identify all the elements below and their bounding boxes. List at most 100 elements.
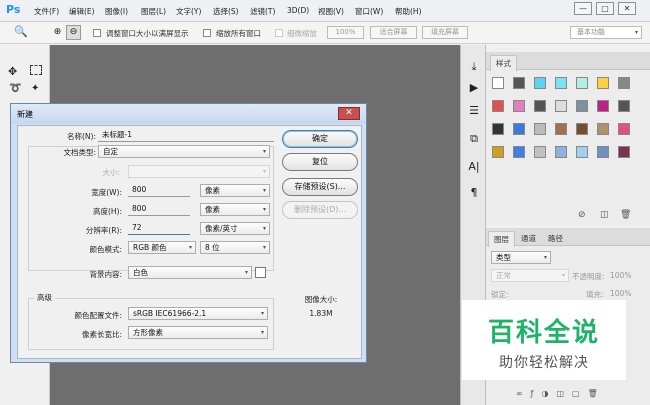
bit-depth-select[interactable]: 8 位 ▾ (200, 241, 270, 254)
reset-button[interactable]: 复位 (282, 153, 358, 171)
resolution-unit-select[interactable]: 像素/英寸 ▾ (200, 222, 270, 235)
delete-style-icon[interactable]: 🗑 (620, 210, 631, 220)
color-profile-label: 颜色配置文件: (74, 311, 122, 320)
style-swatch[interactable] (597, 77, 609, 89)
style-swatch[interactable] (534, 100, 546, 112)
properties-icon[interactable]: ☰ (465, 103, 483, 119)
size-select[interactable]: ▾ (128, 165, 270, 178)
new-style-icon[interactable]: ◫ (600, 210, 609, 220)
clear-style-icon[interactable]: ⊘ (578, 210, 586, 220)
zoom-all-checkbox[interactable] (203, 29, 211, 37)
name-input[interactable]: 未标题-1 (98, 129, 274, 142)
app-logo: Ps (6, 3, 21, 16)
workspace-select[interactable]: 基本功能 ▾ (570, 26, 642, 39)
style-swatch[interactable] (576, 100, 588, 112)
style-swatch[interactable] (513, 123, 525, 135)
doc-type-select[interactable]: 自定 ▾ (98, 145, 270, 158)
zoom-100-button[interactable]: 100% (327, 26, 364, 39)
layer-kind-filter[interactable]: 类型 ▾ (491, 251, 551, 264)
style-swatch[interactable] (555, 100, 567, 112)
close-button[interactable]: ✕ (618, 2, 636, 15)
zoom-out-icon[interactable]: ⊖ (66, 25, 81, 40)
styles-grid (490, 75, 638, 195)
menu-3d[interactable]: 3D(D) (287, 6, 309, 15)
style-swatch[interactable] (492, 100, 504, 112)
dialog-close-button[interactable]: ✕ (338, 107, 360, 120)
delete-preset-button[interactable]: 删除预设(D)... (282, 201, 358, 219)
menu-select[interactable]: 选择(S) (213, 6, 239, 17)
lasso-tool-icon[interactable]: ➰ (9, 83, 21, 94)
menu-view[interactable]: 视图(V) (318, 6, 344, 17)
width-unit-select[interactable]: 像素 ▾ (200, 184, 270, 197)
clone-source-icon[interactable]: ⧉ (465, 131, 483, 147)
fit-screen-button[interactable]: 适合屏幕 (370, 26, 417, 39)
tab-styles[interactable]: 样式 (490, 55, 517, 71)
style-swatch[interactable] (534, 146, 546, 158)
menu-edit[interactable]: 编辑(E) (69, 6, 95, 17)
style-swatch[interactable] (618, 123, 630, 135)
move-tool-icon[interactable]: ✥ (8, 65, 17, 78)
character-icon[interactable]: A| (465, 159, 483, 175)
style-swatch[interactable] (492, 77, 504, 89)
style-swatch[interactable] (513, 77, 525, 89)
chevron-down-icon: ▾ (561, 272, 565, 279)
blend-mode-select[interactable]: 正常 ▾ (491, 269, 569, 282)
style-swatch[interactable] (576, 123, 588, 135)
paragraph-icon[interactable]: ¶ (465, 185, 483, 201)
style-swatch[interactable] (597, 146, 609, 158)
style-swatch[interactable] (555, 123, 567, 135)
minimize-button[interactable]: — (574, 2, 592, 15)
width-label: 宽度(W): (91, 188, 122, 197)
style-swatch[interactable] (555, 77, 567, 89)
style-swatch[interactable] (492, 123, 504, 135)
style-swatch[interactable] (492, 146, 504, 158)
fill-value[interactable]: 100% (610, 289, 631, 298)
tab-layers[interactable]: 图层 (488, 231, 515, 247)
zoom-tool-icon[interactable]: 🔍 (14, 25, 28, 38)
maximize-button[interactable]: □ (596, 2, 614, 15)
actions-play-icon[interactable]: ▶ (465, 80, 483, 96)
workspace-value: 基本功能 (577, 28, 605, 36)
menu-type[interactable]: 文字(Y) (176, 6, 201, 17)
menu-help[interactable]: 帮助(H) (395, 6, 422, 17)
style-swatch[interactable] (534, 123, 546, 135)
style-swatch[interactable] (576, 77, 588, 89)
menu-file[interactable]: 文件(F) (34, 6, 59, 17)
resolution-input[interactable]: 72 (128, 222, 190, 235)
background-color-swatch[interactable] (255, 267, 266, 278)
color-profile-select[interactable]: sRGB IEC61966-2.1 ▾ (128, 307, 268, 320)
background-select[interactable]: 白色 ▾ (128, 266, 252, 279)
layers-bottom-icons[interactable]: ∞ƒ◑◫▢🗑 (516, 389, 606, 398)
fill-screen-button[interactable]: 填充屏幕 (422, 26, 468, 39)
menu-window[interactable]: 窗口(W) (355, 6, 383, 17)
menu-image[interactable]: 图像(I) (105, 6, 128, 17)
style-swatch[interactable] (597, 100, 609, 112)
color-mode-select[interactable]: RGB 颜色 ▾ (128, 241, 196, 254)
menu-filter[interactable]: 滤镜(T) (250, 6, 275, 17)
marquee-tool-icon[interactable] (30, 65, 42, 75)
pixel-aspect-select[interactable]: 方形像素 ▾ (128, 326, 268, 339)
zoom-in-icon[interactable]: ⊕ (50, 25, 65, 40)
tab-paths[interactable]: 路径 (543, 231, 568, 246)
opacity-value[interactable]: 100% (610, 271, 631, 280)
save-preset-button[interactable]: 存储预设(S)... (282, 178, 358, 196)
magic-wand-icon[interactable]: ✦ (31, 83, 39, 94)
style-swatch[interactable] (597, 123, 609, 135)
scrubby-zoom-checkbox[interactable] (275, 29, 283, 37)
history-icon[interactable]: ⤓ (465, 59, 483, 75)
width-input[interactable]: 800 (128, 184, 190, 197)
style-swatch[interactable] (576, 146, 588, 158)
style-swatch[interactable] (555, 146, 567, 158)
tab-channels[interactable]: 通道 (516, 231, 541, 246)
ok-button[interactable]: 确定 (282, 130, 358, 148)
menu-layer[interactable]: 图层(L) (141, 6, 166, 17)
height-input[interactable]: 800 (128, 203, 190, 216)
style-swatch[interactable] (618, 77, 630, 89)
style-swatch[interactable] (618, 100, 630, 112)
style-swatch[interactable] (513, 146, 525, 158)
style-swatch[interactable] (618, 146, 630, 158)
style-swatch[interactable] (513, 100, 525, 112)
height-unit-select[interactable]: 像素 ▾ (200, 203, 270, 216)
resize-windows-checkbox[interactable] (93, 29, 101, 37)
style-swatch[interactable] (534, 77, 546, 89)
